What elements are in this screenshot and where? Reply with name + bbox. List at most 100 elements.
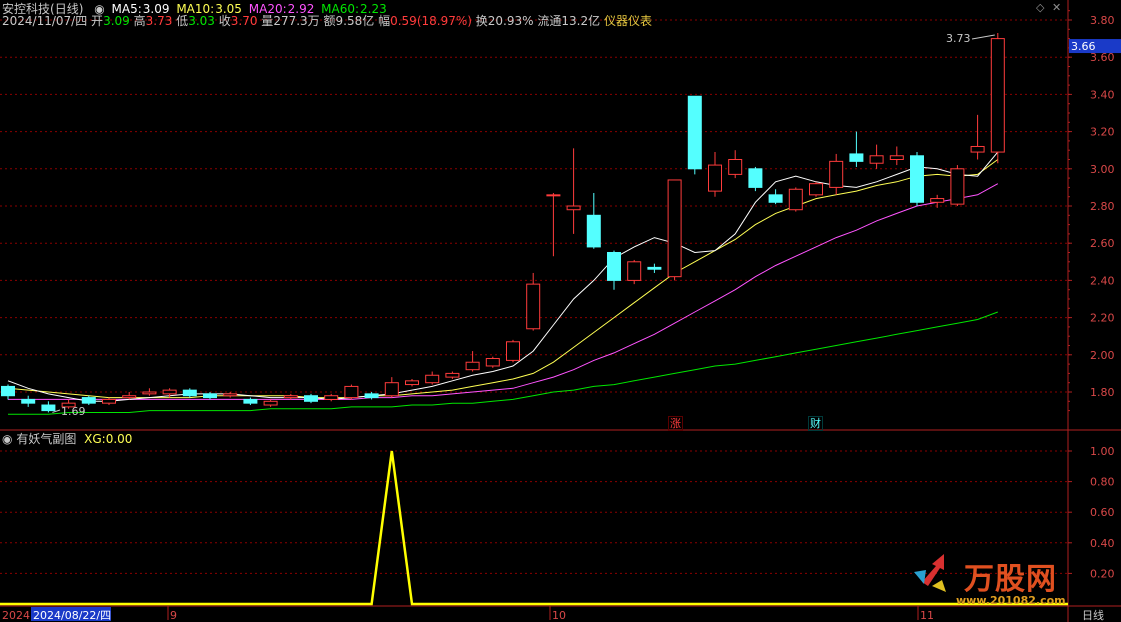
- range-value: 0.59(18.97%): [390, 14, 472, 28]
- indicator-settings-icon[interactable]: ◉: [2, 432, 12, 446]
- candle-body-up: [162, 389, 177, 395]
- time-axis-label: 9: [170, 609, 177, 622]
- sector-link[interactable]: 仪器仪表: [604, 14, 652, 28]
- moving-average-layer: [7, 151, 999, 415]
- indicator-tick-label: 0.80: [1090, 476, 1115, 489]
- candle-body-up: [102, 398, 116, 404]
- candle-body-down: [243, 398, 258, 404]
- candle-body-up: [829, 160, 844, 188]
- candle-body-up: [122, 395, 137, 399]
- time-axis-label: 11: [920, 609, 934, 622]
- candle-body-down: [647, 266, 662, 270]
- diamond-icon[interactable]: ◇: [1036, 1, 1044, 14]
- axis-layer: 3.80 3.60 3.40 3.20 3.00 2.80 2.60 2.40 2.20 2.00…: [2, 10, 1121, 622]
- candle-body-up: [627, 261, 642, 281]
- close-label: 收: [218, 14, 231, 28]
- quote-bar: 2024/11/07/四 开3.09 高3.73 低3.03 收3.70 量27…: [2, 13, 652, 29]
- candle-body-down: [81, 397, 96, 404]
- candle-body-down: [182, 389, 197, 397]
- candle-body-up: [223, 393, 238, 397]
- close-value: 3.70: [230, 14, 258, 28]
- candle-body-down: [849, 153, 864, 162]
- candle-body-up: [566, 205, 581, 211]
- price-tick-label: 2.60: [1090, 237, 1115, 250]
- candle-body-down: [607, 252, 621, 281]
- candle-body-up: [526, 283, 541, 330]
- candle-body-up: [788, 188, 803, 211]
- price-tick-label: 3.00: [1090, 163, 1115, 176]
- ma10-line: [7, 159, 999, 399]
- candle-body-up: [667, 179, 682, 278]
- candle-body-up: [445, 372, 460, 378]
- candle-body-up: [344, 385, 359, 399]
- candle-body-up: [465, 361, 480, 371]
- candle-body-up: [283, 395, 298, 399]
- candle-body-up: [990, 38, 1005, 153]
- time-cursor-date: 2024/08/22/四: [33, 609, 111, 622]
- candle-body-up: [263, 400, 278, 406]
- candle-body-up: [708, 164, 722, 192]
- high-marker-label: 3.73: [946, 32, 971, 45]
- price-tick-label: 2.00: [1090, 349, 1115, 362]
- price-tick-label: 2.40: [1090, 274, 1115, 287]
- price-tick-label: 3.40: [1090, 88, 1115, 101]
- time-axis-year: 2024: [2, 609, 30, 622]
- candlestick-layer: [1, 33, 1005, 413]
- watermark-arrow-yellow-icon: [932, 580, 946, 592]
- ma20-line: [8, 183, 999, 400]
- high-value: 3.73: [145, 14, 173, 28]
- float-label: 流通: [537, 14, 562, 28]
- open-value: 3.09: [103, 14, 130, 28]
- candle-body-up: [405, 380, 419, 386]
- candle-body-up: [869, 155, 884, 164]
- candle-body-up: [546, 194, 561, 197]
- amount-value: 9.58亿: [335, 14, 375, 28]
- watermark: 万股网 www.201082.com: [908, 540, 1098, 610]
- xg-label: XG:: [84, 432, 106, 446]
- badge-zhang[interactable]: 涨: [668, 416, 683, 431]
- candle-body-down: [748, 168, 763, 188]
- turnover-value: 20.93%: [487, 14, 534, 28]
- grid-layer: [0, 0, 1121, 622]
- watermark-brand: 万股网: [964, 562, 1057, 597]
- candle-body-down: [41, 404, 56, 412]
- chart-canvas[interactable]: 3.80 3.60 3.40 3.20 3.00 2.80 2.60 2.40 2.20 2.00…: [0, 0, 1121, 622]
- candle-body-down: [586, 214, 601, 248]
- candle-body-up: [384, 382, 399, 397]
- price-tick-label: 2.20: [1090, 312, 1115, 325]
- ma5-line: [7, 151, 999, 402]
- low-marker-label: 1.69: [61, 405, 86, 418]
- current-price-label: 3.66: [1071, 40, 1096, 53]
- candle-body-down: [21, 398, 36, 404]
- candle-body-up: [506, 341, 520, 361]
- indicator-tick-label: 1.00: [1090, 445, 1115, 458]
- float-value: 13.2亿: [561, 14, 601, 28]
- candle-body-down: [1, 385, 15, 397]
- candle-body-up: [930, 198, 945, 203]
- indicator-tick-label: 0.60: [1090, 506, 1115, 519]
- amount-label: 额: [323, 14, 336, 28]
- candle-body-up: [970, 145, 985, 153]
- candle-body-up: [324, 395, 339, 400]
- price-tick-label: 3.60: [1090, 51, 1115, 64]
- volume-value: 277.3万: [273, 14, 320, 28]
- indicator-name[interactable]: 有妖气副图: [16, 432, 76, 446]
- price-tick-label: 1.80: [1090, 386, 1115, 399]
- watermark-url: www.201082.com: [956, 594, 1066, 607]
- price-tick-label: 3.80: [1090, 14, 1115, 27]
- price-tick-label: 3.20: [1090, 126, 1115, 139]
- candle-body-up: [485, 358, 500, 367]
- candle-body-down: [910, 155, 924, 203]
- period-axis-label: 日线: [1082, 608, 1104, 622]
- open-label: 开: [91, 14, 104, 28]
- badge-cai[interactable]: 财: [808, 416, 823, 431]
- candle-body-down: [687, 95, 702, 170]
- close-icon[interactable]: ✕: [1052, 1, 1061, 14]
- low-label: 低: [176, 14, 189, 28]
- candle-body-up: [425, 374, 440, 384]
- candle-body-down: [304, 395, 318, 402]
- quote-date: 2024/11/07/四: [2, 14, 88, 28]
- xg-value: 0.00: [105, 432, 133, 446]
- watermark-arrow-blue-icon: [914, 570, 926, 584]
- candle-body-down: [768, 194, 783, 203]
